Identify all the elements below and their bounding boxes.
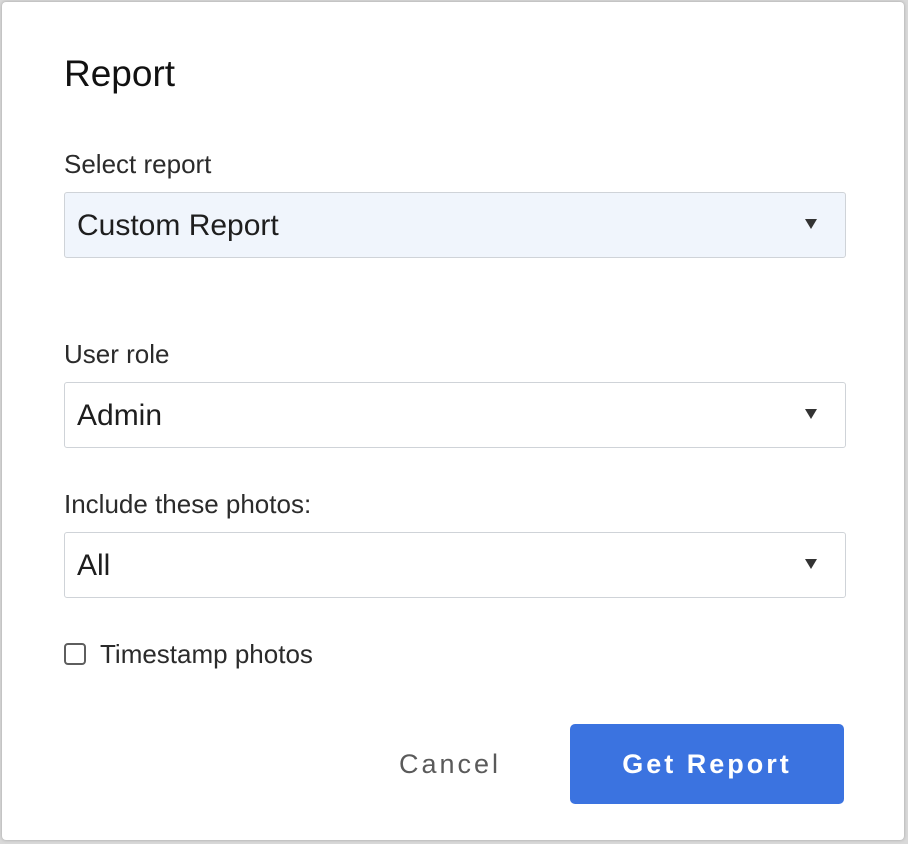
timestamp-photos-row[interactable]: Timestamp photos [64, 638, 313, 670]
include-photos-value: All [77, 549, 111, 582]
select-report-dropdown[interactable]: Custom Report [64, 192, 846, 258]
select-report-value: Custom Report [77, 209, 279, 242]
caret-down-icon [805, 219, 817, 229]
user-role-label: User role [64, 339, 170, 369]
user-role-dropdown[interactable]: Admin [64, 382, 846, 448]
user-role-value: Admin [77, 399, 163, 432]
include-photos-label: Include these photos: [64, 489, 312, 519]
caret-down-icon [805, 409, 817, 419]
caret-down-icon [805, 559, 817, 569]
get-report-button[interactable]: Get Report [570, 724, 844, 804]
cancel-button[interactable]: Cancel [366, 724, 534, 804]
dialog-title: Report [64, 53, 176, 94]
timestamp-photos-label[interactable]: Timestamp photos [100, 638, 313, 670]
timestamp-photos-checkbox[interactable] [64, 643, 86, 665]
select-report-label: Select report [64, 149, 212, 179]
include-photos-dropdown[interactable]: All [64, 532, 846, 598]
report-dialog: Report Select report Custom Report User … [2, 2, 904, 840]
